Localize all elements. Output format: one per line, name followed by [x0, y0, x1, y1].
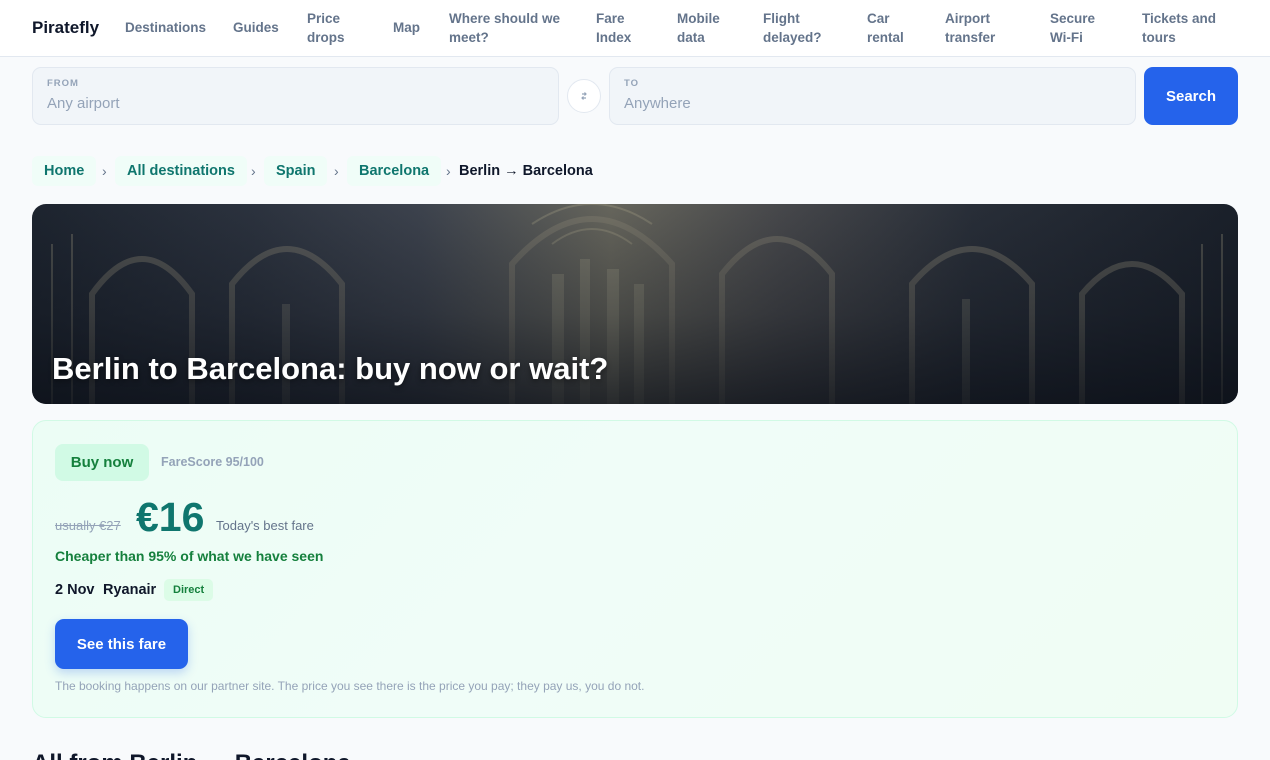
from-field[interactable]: FROM	[32, 67, 559, 125]
nav-item-mobile-data[interactable]: Mobile data	[677, 9, 720, 47]
verdict-badge: Buy now	[55, 444, 149, 481]
breadcrumb-separator: ›	[334, 163, 339, 179]
direct-badge: Direct	[164, 579, 214, 601]
fare-score: FareScore 95/100	[161, 455, 264, 469]
see-fare-button[interactable]: See this fare	[55, 619, 188, 669]
nav-item-secure-wifi[interactable]: Secure Wi-Fi	[1050, 9, 1095, 47]
breadcrumb-separator: ›	[446, 163, 451, 179]
to-input[interactable]	[624, 95, 1086, 112]
from-input[interactable]	[47, 95, 509, 112]
nav-item-flight-delayed[interactable]: Flight delayed?	[763, 9, 822, 47]
fare-card: Buy now FareScore 95/100 usually €27 €16…	[32, 420, 1238, 718]
swap-button[interactable]	[567, 79, 601, 113]
from-label: FROM	[47, 78, 79, 89]
top-nav: Piratefly Destinations Guides Price drops…	[0, 0, 1270, 57]
breadcrumb-all-destinations[interactable]: All destinations	[115, 156, 247, 186]
usual-price: usually €27	[55, 518, 121, 533]
brand-logo[interactable]: Piratefly	[32, 18, 99, 38]
swap-icon	[581, 92, 587, 100]
airline-name: Ryanair	[103, 582, 157, 598]
section-heading: All from Berlin → Barcelona	[32, 750, 351, 760]
flight-date: 2 Nov	[55, 582, 95, 598]
nav-item-map[interactable]: Map	[393, 18, 420, 37]
page-title: Berlin to Barcelona: buy now or wait?	[52, 351, 609, 386]
to-label: TO	[624, 78, 640, 89]
nav-item-price-drops[interactable]: Price drops	[307, 9, 345, 47]
nav-item-car-rental[interactable]: Car rental	[867, 9, 904, 47]
cheaper-than-text: Cheaper than 95% of what we have seen	[55, 548, 324, 564]
breadcrumb-separator: ›	[102, 163, 107, 179]
breadcrumb-separator: ›	[251, 163, 256, 179]
to-field[interactable]: TO	[609, 67, 1136, 125]
best-price: €16	[136, 494, 205, 540]
nav-item-tickets-and-tours[interactable]: Tickets and tours	[1142, 9, 1216, 47]
nav-item-airport-transfer[interactable]: Airport transfer	[945, 9, 995, 47]
nav-item-where-should-we-meet[interactable]: Where should we meet?	[449, 9, 560, 47]
breadcrumb-spain[interactable]: Spain	[264, 156, 328, 186]
nav-item-destinations[interactable]: Destinations	[125, 18, 206, 37]
booking-disclaimer: The booking happens on our partner site.…	[55, 679, 645, 693]
nav-item-fare-index[interactable]: Fare Index	[596, 9, 631, 47]
search-button[interactable]: Search	[1144, 67, 1238, 125]
nav-item-guides[interactable]: Guides	[233, 18, 279, 37]
breadcrumb-barcelona[interactable]: Barcelona	[347, 156, 442, 186]
price-note: Today's best fare	[216, 518, 314, 533]
breadcrumb-home[interactable]: Home	[32, 156, 97, 186]
hero-banner: Berlin to Barcelona: buy now or wait?	[32, 204, 1238, 404]
breadcrumb-current: Berlin → Barcelona	[459, 163, 593, 179]
